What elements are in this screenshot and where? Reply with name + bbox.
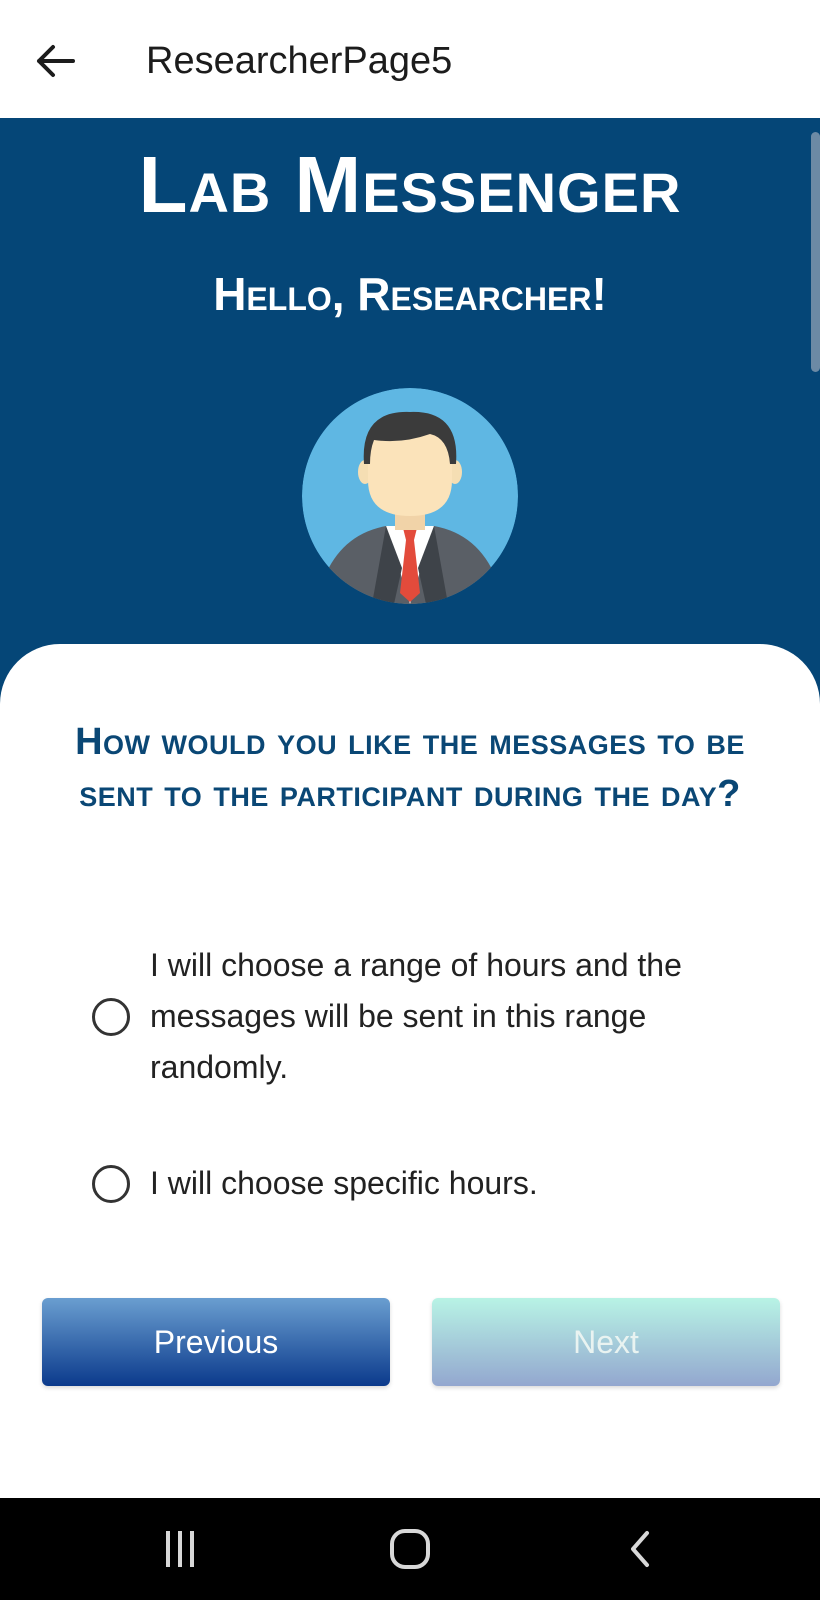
radio-button[interactable] — [92, 997, 130, 1036]
option-label: I will choose specific hours. — [150, 1165, 538, 1201]
option-label: I will choose a range of hours and the m… — [150, 947, 682, 1085]
option-specific-hours[interactable]: I will choose specific hours. — [92, 1158, 750, 1209]
recents-button[interactable] — [140, 1516, 220, 1582]
question-text: How would you like the messages to be se… — [75, 721, 745, 815]
arrow-left-icon — [37, 45, 75, 77]
app-bar: ResearcherPage5 — [0, 0, 820, 118]
home-button[interactable] — [370, 1516, 450, 1582]
system-back-button[interactable] — [600, 1516, 680, 1582]
greeting-text: Hello, Researcher! — [213, 268, 607, 320]
option-random-range[interactable]: I will choose a range of hours and the m… — [92, 940, 750, 1093]
radio-button[interactable] — [92, 1164, 130, 1203]
back-chevron-icon — [631, 1531, 649, 1567]
home-icon — [390, 1529, 430, 1569]
back-button[interactable] — [30, 36, 80, 86]
page-title: ResearcherPage5 — [146, 40, 453, 82]
previous-button[interactable]: Previous — [42, 1298, 390, 1386]
next-button[interactable]: Next — [432, 1298, 780, 1386]
recents-icon — [166, 1531, 194, 1567]
system-nav-bar — [0, 1498, 820, 1600]
brand-title: Lab Messenger — [138, 140, 682, 229]
researcher-avatar-icon — [302, 388, 518, 604]
